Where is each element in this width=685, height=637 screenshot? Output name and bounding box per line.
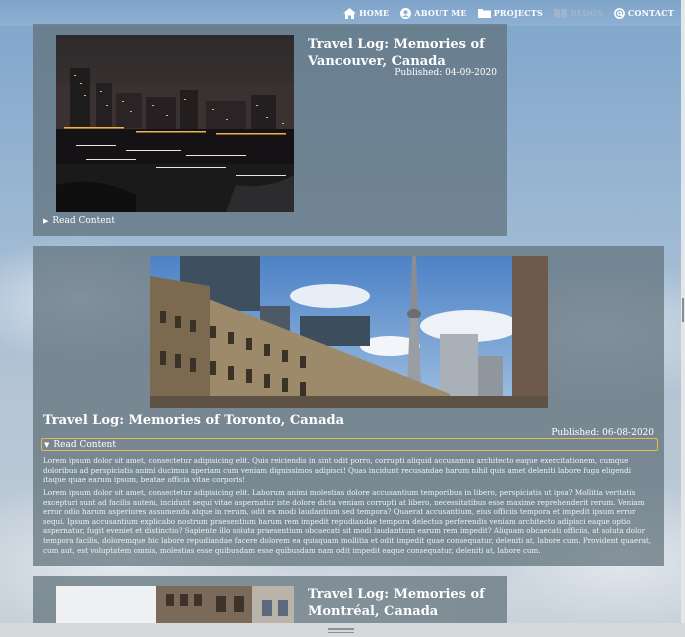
book-icon — [553, 8, 567, 18]
published-date: Published: 04-09-2020 — [394, 68, 497, 78]
top-navbar: HOME ABOUT ME PROJECTS BLOGS CONTACT — [0, 0, 685, 26]
blog-card-vancouver: Travel Log: Memories of Vancouver, Canad… — [33, 24, 507, 236]
post-title: Travel Log: Memories of Vancouver, Canad… — [308, 37, 485, 69]
folder-icon — [477, 9, 491, 18]
nav-about-me[interactable]: ABOUT ME — [400, 7, 467, 19]
post-title: Travel Log: Memories of Montréal, Canada — [308, 587, 485, 619]
nav-blogs[interactable]: BLOGS — [553, 8, 603, 18]
nav-contact[interactable]: CONTACT — [614, 7, 674, 19]
drag-handle-icon[interactable] — [328, 628, 354, 634]
nav-projects[interactable]: PROJECTS — [477, 8, 543, 18]
read-content-toggle[interactable]: ▼ Read Content — [41, 438, 658, 451]
blog-card-toronto: Travel Log: Memories of Toronto, Canada … — [33, 246, 664, 566]
toronto-photo — [150, 256, 548, 408]
at-icon — [614, 7, 625, 19]
scrollbar-thumb[interactable] — [682, 298, 684, 322]
caret-down-icon: ▼ — [44, 440, 50, 449]
caret-right-icon: ▶ — [43, 217, 49, 225]
vancouver-photo — [56, 35, 294, 212]
post-title: Travel Log: Memories of Toronto, Canada — [43, 413, 345, 428]
read-content-toggle[interactable]: ▶ Read Content — [43, 216, 115, 226]
nav-home[interactable]: HOME — [343, 7, 389, 19]
user-icon — [400, 7, 412, 19]
published-date: Published: 06-08-2020 — [551, 428, 654, 438]
post-paragraph: Lorem ipsum dolor sit amet, consectetur … — [43, 456, 631, 485]
home-icon — [343, 7, 357, 19]
post-paragraph: Lorem ipsum dolor sit amet, consectetur … — [43, 488, 652, 555]
